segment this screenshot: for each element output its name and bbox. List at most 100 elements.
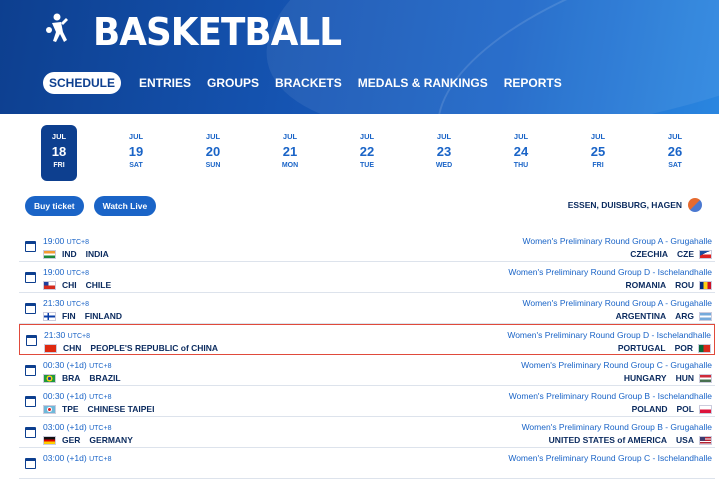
home-team: IND INDIA — [43, 249, 109, 259]
match-row[interactable]: 19:00 UTC+8 IND INDIA Women's Preliminary R… — [19, 231, 715, 262]
team-name: CHINESE TAIPEI — [87, 404, 155, 414]
page-title: BASKETBALL — [93, 10, 342, 54]
team-code: CHN — [63, 343, 82, 353]
match-timezone: UTC+8 — [66, 239, 90, 246]
match-row[interactable]: 19:00 UTC+8 CHI CHILE Women's Preliminary R… — [19, 262, 715, 293]
team-name: INDIA — [85, 249, 109, 259]
date-weekday: SUN — [205, 162, 221, 169]
venue-selector[interactable]: ESSEN, DUISBURG, HAGEN — [568, 198, 702, 212]
date-day: 24 — [513, 144, 529, 159]
team-name: ARGENTINA — [615, 311, 667, 321]
team-code: IND — [62, 249, 77, 259]
flag-chinese-taipei-icon — [43, 404, 56, 414]
calendar-icon[interactable] — [25, 427, 36, 438]
date-item[interactable]: JUL 18 FRI — [41, 125, 77, 181]
flag-germany-icon — [43, 435, 56, 445]
match-row[interactable]: 21:30 UTC+8 CHN PEOPLE'S REPUBLIC of CHINA… — [19, 324, 715, 355]
match-time-value: 00:30 (+1d) — [43, 391, 87, 401]
watch-live-button[interactable]: Watch Live — [93, 196, 157, 216]
date-day: 25 — [590, 144, 606, 159]
calendar-icon[interactable] — [25, 272, 36, 283]
venue-icon — [688, 198, 702, 212]
main-nav: SCHEDULE ENTRIES GROUPS BRACKETS MEDALS … — [43, 72, 578, 94]
nav-medals-rankings[interactable]: MEDALS & RANKINGS — [358, 76, 488, 90]
team-name: ROMANIA — [625, 280, 667, 290]
date-item[interactable]: JUL 24 THU — [503, 125, 539, 169]
date-weekday: FRI — [53, 162, 65, 169]
team-code: GER — [62, 435, 81, 445]
date-weekday: FRI — [592, 162, 604, 169]
match-row[interactable]: 00:30 (+1d) UTC+8 TPE CHINESE TAIPEI Women'… — [19, 386, 715, 417]
date-day: 26 — [667, 144, 683, 159]
date-item[interactable]: JUL 25 FRI — [580, 125, 616, 169]
date-day: 21 — [282, 144, 298, 159]
team-code: ROU — [675, 280, 694, 290]
date-item[interactable]: JUL 19 SAT — [118, 125, 154, 169]
match-time-value: 19:00 — [43, 267, 65, 277]
date-weekday: THU — [513, 162, 529, 169]
team-code: BRA — [62, 373, 81, 383]
nav-schedule[interactable]: SCHEDULE — [43, 72, 122, 94]
date-weekday: SAT — [668, 162, 682, 169]
date-item[interactable]: JUL 22 TUE — [349, 125, 385, 169]
date-weekday: SAT — [129, 162, 143, 169]
schedule-list: 19:00 UTC+8 IND INDIA Women's Preliminary R… — [19, 231, 715, 479]
date-weekday: WED — [435, 162, 453, 169]
match-row[interactable]: 21:30 UTC+8 FIN FINLAND Women's Preliminary… — [19, 293, 715, 324]
date-selector: JUL 18 FRI JUL 19 SAT JUL 20 SUN JUL 21 … — [0, 125, 719, 181]
match-timezone: UTC+8 — [66, 301, 90, 308]
team-code: FIN — [62, 311, 76, 321]
flag-india-icon — [43, 249, 56, 259]
date-month: JUL — [359, 132, 375, 141]
calendar-icon[interactable] — [25, 241, 36, 252]
match-time-value: 19:00 — [43, 236, 65, 246]
calendar-icon[interactable] — [26, 335, 37, 346]
nav-reports[interactable]: REPORTS — [504, 76, 562, 90]
date-weekday: MON — [281, 162, 299, 169]
nav-brackets[interactable]: BRACKETS — [275, 76, 342, 90]
date-month: JUL — [128, 132, 144, 141]
calendar-icon[interactable] — [25, 396, 36, 407]
team-name: BRAZIL — [89, 373, 121, 383]
away-team: PORTUGAL POR — [618, 343, 711, 353]
match-row[interactable]: 03:00 (+1d) UTC+8 Women's Preliminary Rou… — [19, 448, 715, 479]
match-time: 00:30 (+1d) UTC+8 — [43, 391, 111, 401]
date-month: JUL — [436, 132, 452, 141]
date-day: 18 — [51, 144, 67, 159]
match-time-value: 03:00 (+1d) — [43, 422, 87, 432]
match-timezone: UTC+8 — [89, 425, 112, 432]
buy-ticket-button[interactable]: Buy ticket — [25, 196, 84, 216]
calendar-icon[interactable] — [25, 303, 36, 314]
team-name: POLAND — [631, 404, 668, 414]
team-name: CHILE — [85, 280, 112, 290]
home-team: TPE CHINESE TAIPEI — [43, 404, 154, 414]
match-row[interactable]: 03:00 (+1d) UTC+8 GER GERMANY Women's Preli… — [19, 417, 715, 448]
flag-portugal-icon — [698, 343, 711, 353]
match-row[interactable]: 00:30 (+1d) UTC+8 BRA BRAZIL Women's Prelim… — [19, 355, 715, 386]
team-name: UNITED STATES of AMERICA — [548, 435, 668, 445]
date-month: JUL — [590, 132, 606, 141]
nav-entries[interactable]: ENTRIES — [139, 76, 191, 90]
calendar-icon[interactable] — [25, 365, 36, 376]
flag-poland-icon — [699, 404, 712, 414]
date-item[interactable]: JUL 20 SUN — [195, 125, 231, 169]
calendar-icon[interactable] — [25, 458, 36, 469]
nav-groups[interactable]: GROUPS — [207, 76, 259, 90]
match-time: 03:00 (+1d) UTC+8 — [43, 422, 111, 432]
team-name: PORTUGAL — [617, 343, 666, 353]
away-team: CZECHIA CZE — [630, 249, 712, 259]
team-code: TPE — [62, 404, 79, 414]
team-code: POL — [676, 404, 694, 414]
match-event: Women's Preliminary Round Group C - Grug… — [521, 360, 712, 370]
team-code: ARG — [675, 311, 694, 321]
date-day: 19 — [128, 144, 144, 159]
match-time: 21:30 UTC+8 — [43, 298, 89, 308]
action-buttons: Buy ticket Watch Live — [25, 196, 166, 216]
date-item[interactable]: JUL 26 SAT — [657, 125, 693, 169]
date-month: JUL — [51, 132, 67, 141]
team-name: GERMANY — [89, 435, 133, 445]
flag-chile-icon — [43, 280, 56, 290]
date-item[interactable]: JUL 23 WED — [426, 125, 462, 169]
date-item[interactable]: JUL 21 MON — [272, 125, 308, 169]
match-time-value: 00:30 (+1d) — [43, 360, 87, 370]
